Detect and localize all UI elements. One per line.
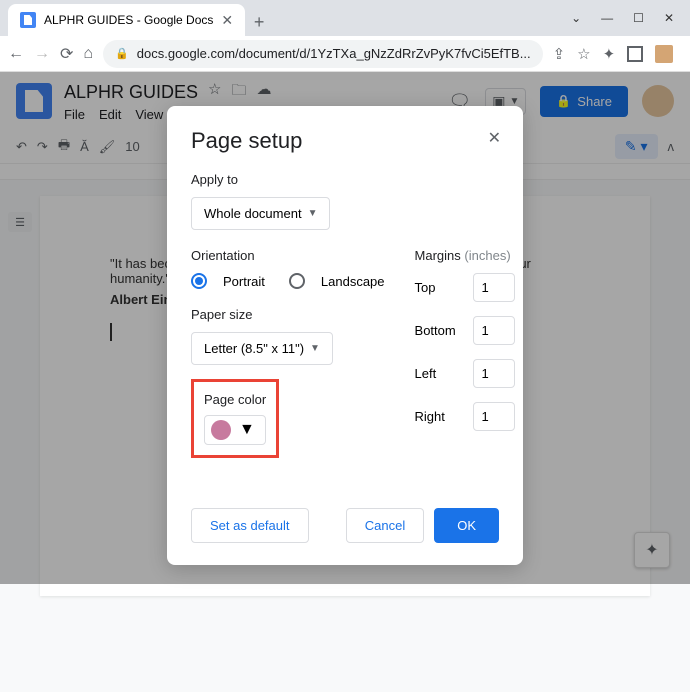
url-text: docs.google.com/document/d/1YzTXa_gNzZdR… (137, 46, 531, 61)
margin-right-input[interactable] (473, 402, 515, 431)
close-tab-icon[interactable]: ✕ (221, 12, 233, 29)
close-window-icon[interactable]: ✕ (664, 11, 674, 25)
margin-bottom-label: Bottom (415, 323, 463, 338)
set-default-button[interactable]: Set as default (191, 508, 309, 543)
apply-to-label: Apply to (191, 172, 499, 187)
modal-overlay[interactable]: Page setup ✕ Apply to Whole document ▼ O… (0, 72, 690, 584)
profile-extension-icon[interactable] (655, 45, 673, 63)
browser-menu-icon[interactable]: ⋮ (685, 45, 690, 63)
portrait-label: Portrait (223, 274, 265, 289)
margin-left-label: Left (415, 366, 463, 381)
orientation-label: Orientation (191, 248, 385, 263)
lock-icon: 🔒 (115, 47, 129, 60)
margin-right-label: Right (415, 409, 463, 424)
landscape-radio[interactable] (289, 273, 305, 289)
chevron-down-icon: ▼ (239, 421, 255, 439)
margin-left-input[interactable] (473, 359, 515, 388)
page-color-label: Page color (204, 392, 266, 407)
landscape-label: Landscape (321, 274, 385, 289)
ok-button[interactable]: OK (434, 508, 499, 543)
new-tab-button[interactable]: + (245, 8, 273, 36)
color-swatch (211, 420, 231, 440)
back-icon[interactable]: ← (8, 45, 24, 63)
extension-square-icon[interactable] (627, 46, 643, 62)
margins-label: Margins (inches) (415, 248, 515, 263)
page-color-highlight: Page color ▼ (191, 379, 279, 458)
chevron-down-icon: ▼ (310, 343, 320, 354)
minimize-icon[interactable]: — (601, 11, 613, 25)
paper-size-dropdown[interactable]: Letter (8.5" x 11") ▼ (191, 332, 333, 365)
close-dialog-icon[interactable]: ✕ (488, 128, 501, 148)
apply-to-dropdown[interactable]: Whole document ▼ (191, 197, 330, 230)
dialog-title: Page setup (191, 128, 499, 154)
url-input[interactable]: 🔒 docs.google.com/document/d/1YzTXa_gNzZ… (103, 40, 542, 68)
reload-icon[interactable]: ⟳ (60, 44, 73, 64)
margin-top-label: Top (415, 280, 463, 295)
portrait-radio[interactable] (191, 273, 207, 289)
chevron-down-icon: ▼ (308, 208, 318, 219)
paper-size-label: Paper size (191, 307, 385, 322)
bookmark-icon[interactable]: ☆ (577, 45, 590, 63)
maximize-icon[interactable]: ☐ (633, 11, 644, 25)
margin-top-input[interactable] (473, 273, 515, 302)
margin-bottom-input[interactable] (473, 316, 515, 345)
page-color-dropdown[interactable]: ▼ (204, 415, 266, 445)
address-bar: ← → ⟳ ⌂ 🔒 docs.google.com/document/d/1Yz… (0, 36, 690, 72)
browser-chrome: ALPHR GUIDES - Google Docs ✕ + ⌄ — ☐ ✕ ←… (0, 0, 690, 72)
share-page-icon[interactable]: ⇪ (553, 45, 566, 63)
forward-icon: → (34, 45, 50, 63)
page-setup-dialog: Page setup ✕ Apply to Whole document ▼ O… (167, 106, 523, 565)
home-icon[interactable]: ⌂ (83, 45, 93, 63)
cancel-button[interactable]: Cancel (346, 508, 424, 543)
browser-actions: ⇪ ☆ ⋮ (553, 45, 690, 63)
extensions-icon[interactable] (603, 45, 616, 63)
chrome-chevron-icon[interactable]: ⌄ (571, 11, 581, 25)
browser-tab[interactable]: ALPHR GUIDES - Google Docs ✕ (8, 4, 245, 36)
window-controls: ⌄ — ☐ ✕ (555, 0, 690, 36)
tab-title: ALPHR GUIDES - Google Docs (44, 13, 213, 27)
docs-favicon (20, 12, 36, 28)
